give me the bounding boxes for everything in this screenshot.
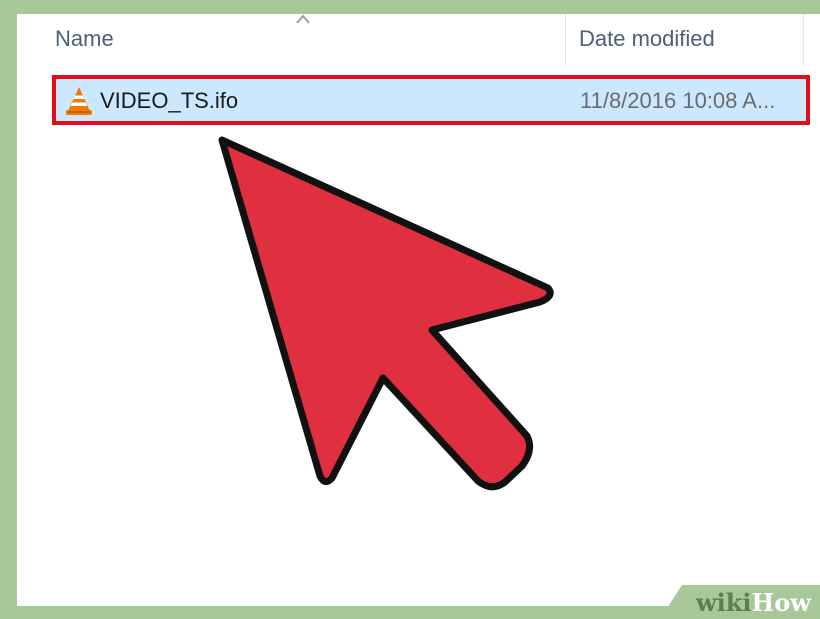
file-list-item[interactable]: VIDEO_TS.ifo 11/8/2016 10:08 A...	[52, 75, 810, 125]
column-header-date-modified[interactable]: Date modified	[579, 26, 715, 52]
file-date-modified: 11/8/2016 10:08 A...	[580, 88, 776, 113]
column-divider[interactable]	[803, 14, 804, 66]
column-header-name[interactable]: Name	[55, 26, 114, 52]
wikihow-watermark: wikiHow	[660, 585, 820, 619]
sort-ascending-icon[interactable]	[296, 14, 310, 24]
file-name: VIDEO_TS.ifo	[100, 88, 239, 113]
file-explorer-pane: Name Date modified VIDEO_TS.ifo 11/8/201…	[17, 14, 820, 606]
image-frame: Name Date modified VIDEO_TS.ifo 11/8/201…	[0, 0, 820, 619]
column-divider[interactable]	[565, 14, 566, 66]
watermark-how: How	[751, 588, 811, 617]
vlc-cone-icon	[66, 87, 92, 115]
column-header-row: Name Date modified	[17, 14, 820, 66]
watermark-wiki: wiki	[696, 588, 752, 617]
watermark-text: wikiHow	[696, 588, 811, 617]
